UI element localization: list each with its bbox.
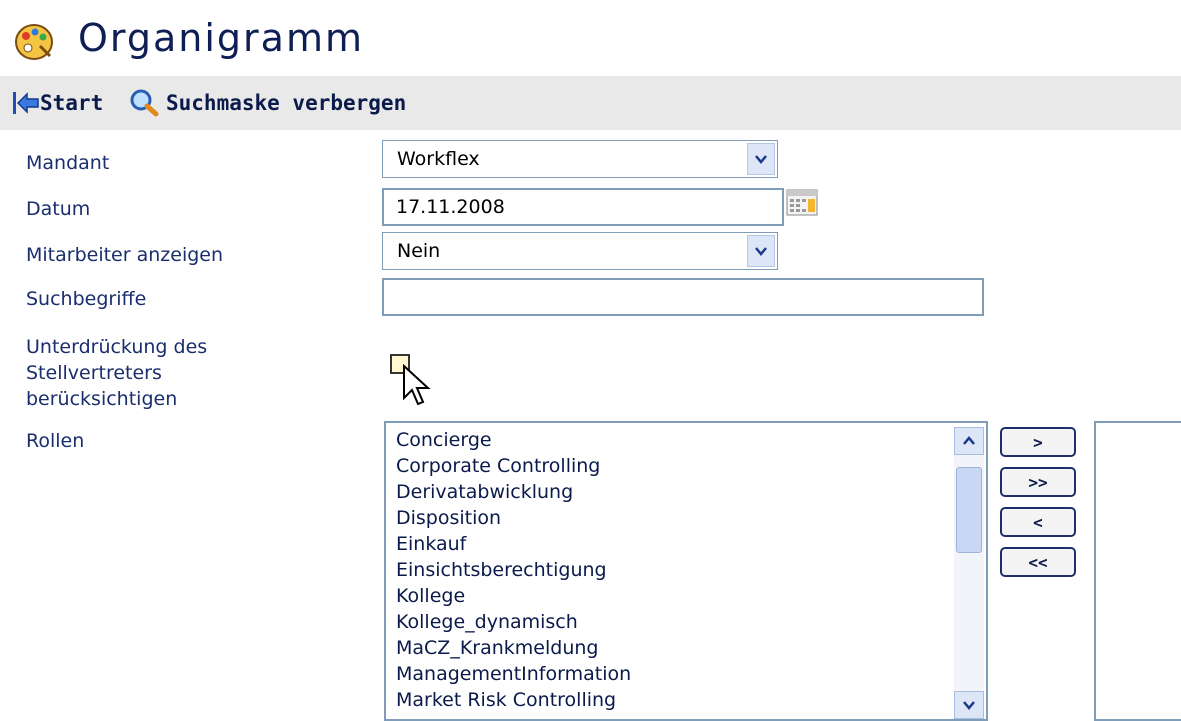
- list-item[interactable]: ManagementInformation: [386, 661, 631, 687]
- palette-icon: [15, 24, 53, 60]
- chevron-down-icon: [963, 701, 975, 710]
- list-item[interactable]: Einkauf: [386, 531, 631, 557]
- list-item[interactable]: Einsichtsberechtigung: [386, 557, 631, 583]
- start-button[interactable]: Start: [12, 76, 103, 130]
- mandant-select[interactable]: Workflex: [382, 140, 778, 178]
- chevron-up-icon: [963, 436, 975, 445]
- remove-all-button[interactable]: <<: [1000, 547, 1076, 577]
- mitarbeiter-value: Nein: [397, 240, 441, 262]
- unterdrueckung-label-line: Unterdrückung des: [26, 336, 208, 358]
- chevron-down-icon[interactable]: [747, 235, 775, 267]
- suchbegriffe-input[interactable]: [382, 278, 984, 316]
- toolbar: Start Suchmaske verbergen: [0, 76, 1181, 130]
- hide-search-mask-label: Suchmaske verbergen: [166, 91, 407, 115]
- suchbegriffe-label: Suchbegriffe: [26, 288, 147, 310]
- unterdrueckung-label-line: Stellvertreters: [26, 362, 162, 384]
- scroll-up-button[interactable]: [954, 427, 984, 455]
- selected-rollen-listbox[interactable]: [1094, 421, 1181, 721]
- rollen-listbox[interactable]: Concierge Corporate Controlling Derivata…: [384, 421, 988, 721]
- magnifier-icon: [130, 89, 159, 117]
- start-label: Start: [40, 91, 104, 115]
- page-title: Organigramm: [78, 16, 364, 60]
- list-item[interactable]: Corporate Controlling: [386, 453, 631, 479]
- datum-value: 17.11.2008: [396, 196, 505, 218]
- back-arrow-icon: [13, 92, 39, 114]
- unterdrueckung-label: Unterdrückung des Stellvertreters berück…: [26, 334, 207, 412]
- mandant-label: Mandant: [26, 152, 110, 174]
- list-item[interactable]: Derivatabwicklung: [386, 479, 631, 505]
- scrollbar-thumb[interactable]: [956, 467, 982, 553]
- chevron-down-icon[interactable]: [747, 143, 775, 175]
- list-item[interactable]: Kollege: [386, 583, 631, 609]
- vertical-scrollbar[interactable]: [954, 427, 984, 719]
- calendar-icon[interactable]: [786, 188, 818, 216]
- rollen-label: Rollen: [26, 430, 85, 452]
- hide-search-mask-button[interactable]: Suchmaske verbergen: [128, 76, 406, 130]
- mitarbeiter-label: Mitarbeiter anzeigen: [26, 244, 224, 266]
- datum-input[interactable]: 17.11.2008: [382, 188, 784, 226]
- mouse-cursor-icon: [403, 364, 431, 406]
- unterdrueckung-label-line: berücksichtigen: [26, 388, 178, 410]
- add-all-button[interactable]: >>: [1000, 467, 1076, 497]
- add-button[interactable]: >: [1000, 427, 1076, 457]
- title-bar: Organigramm: [0, 0, 1181, 72]
- remove-button[interactable]: <: [1000, 507, 1076, 537]
- datum-label: Datum: [26, 198, 91, 220]
- mitarbeiter-select[interactable]: Nein: [382, 232, 778, 270]
- list-item[interactable]: Concierge: [386, 427, 631, 453]
- list-item[interactable]: Market Risk Controlling: [386, 687, 631, 713]
- list-item[interactable]: Disposition: [386, 505, 631, 531]
- scroll-down-button[interactable]: [954, 691, 984, 719]
- mandant-value: Workflex: [397, 148, 480, 170]
- list-item[interactable]: MaCZ_Krankmeldung: [386, 635, 631, 661]
- list-item[interactable]: Kollege_dynamisch: [386, 609, 631, 635]
